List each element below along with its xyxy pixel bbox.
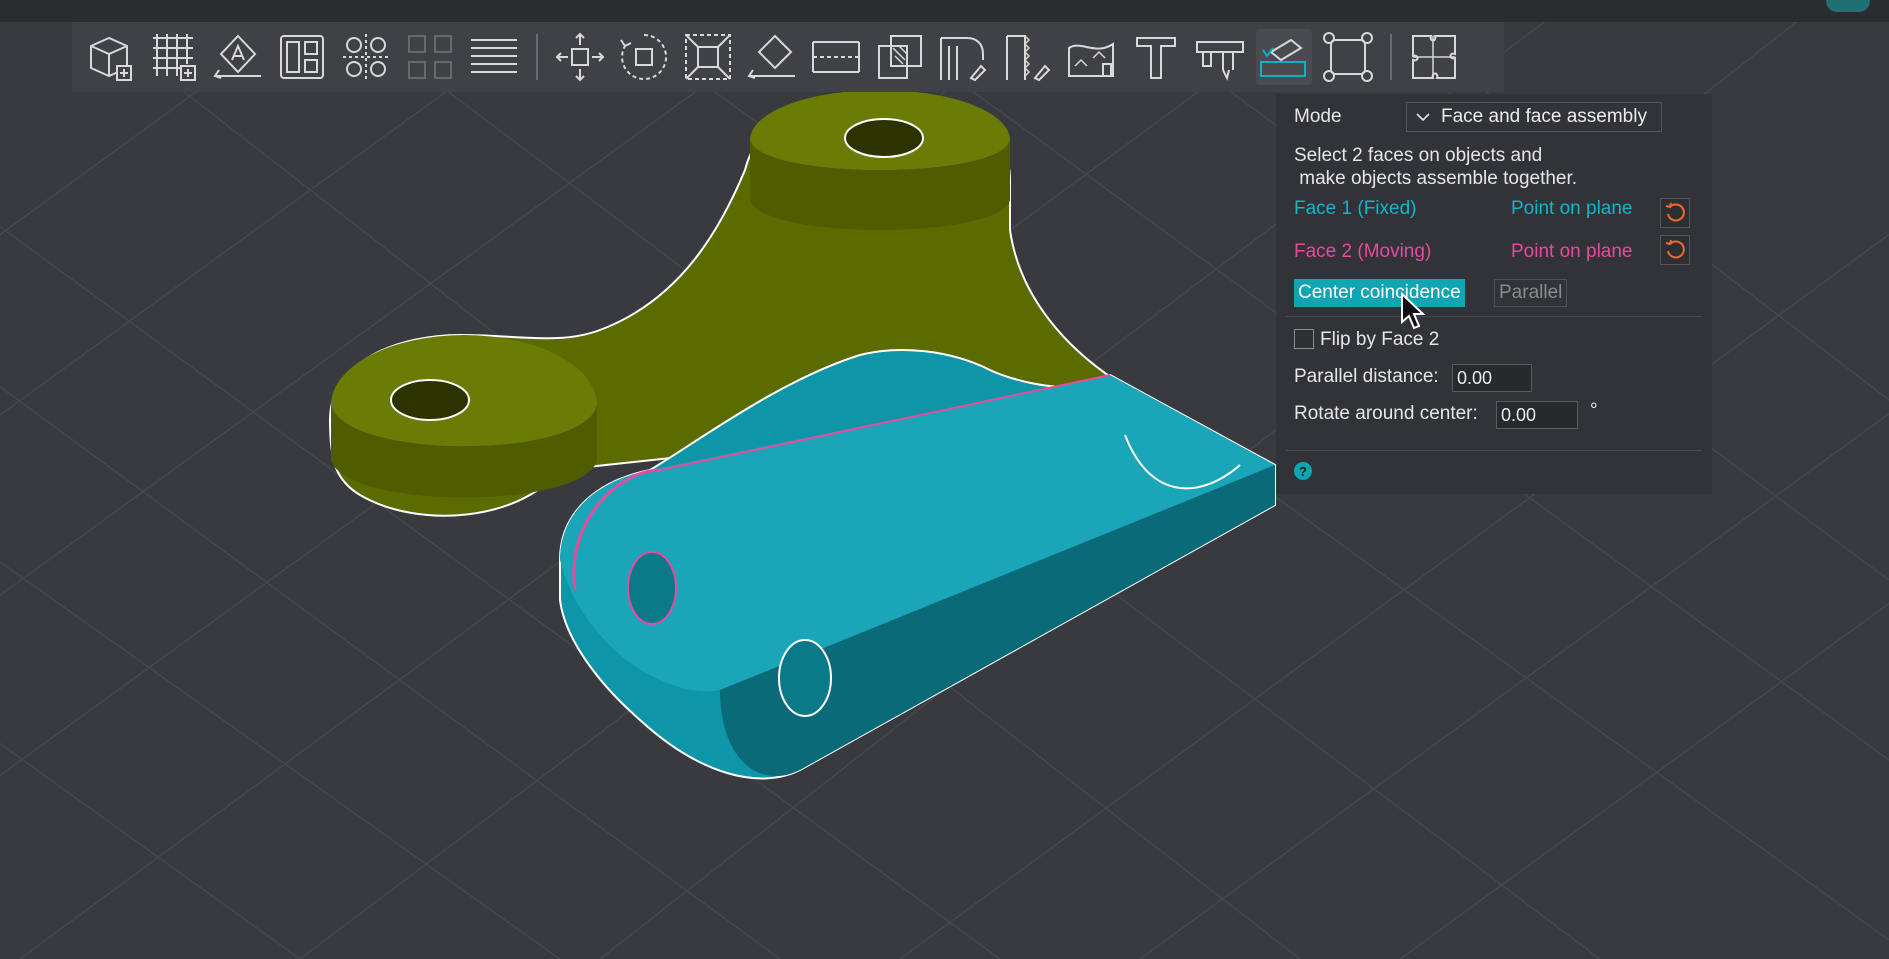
annotate-plane-icon[interactable] xyxy=(210,29,266,85)
face2-pick-mode[interactable]: Point on plane xyxy=(1511,241,1633,263)
pattern-disabled-icon[interactable] xyxy=(402,29,458,85)
mode-dropdown[interactable]: Face and face assembly xyxy=(1406,102,1662,132)
top-bar xyxy=(0,0,1889,22)
toolbar-separator xyxy=(536,34,538,80)
layout-icon[interactable] xyxy=(274,29,330,85)
rotate-unit: ° xyxy=(1590,400,1598,421)
flip-label: Flip by Face 2 xyxy=(1320,329,1440,350)
corner-indicator[interactable] xyxy=(1826,0,1870,12)
face2-label: Face 2 (Moving) xyxy=(1294,241,1432,262)
parallel-distance-input[interactable] xyxy=(1452,364,1532,392)
add-grid-icon[interactable] xyxy=(146,29,202,85)
rotate-input[interactable] xyxy=(1496,401,1578,429)
mouse-cursor-icon xyxy=(1401,292,1426,330)
lines-icon[interactable] xyxy=(466,29,522,85)
chevron-down-icon xyxy=(1416,113,1430,122)
rotate-label: Rotate around center: xyxy=(1294,403,1478,424)
mode-value: Face and face assembly xyxy=(1441,106,1647,127)
zigzag-brush-icon[interactable] xyxy=(1000,29,1056,85)
parallel-button[interactable]: Parallel xyxy=(1494,279,1568,307)
face1-pick-mode[interactable]: Point on plane xyxy=(1511,198,1633,220)
help-icon[interactable]: ? xyxy=(1294,462,1312,480)
reset-icon xyxy=(1665,202,1685,222)
scale-icon[interactable] xyxy=(680,29,736,85)
split-icon[interactable] xyxy=(808,29,864,85)
flip-checkbox[interactable] xyxy=(1294,329,1314,349)
place-on-face-icon[interactable] xyxy=(744,29,800,85)
move-icon[interactable] xyxy=(552,29,608,85)
brush-corner-icon[interactable] xyxy=(936,29,992,85)
divider xyxy=(1286,316,1702,317)
rotate-icon[interactable] xyxy=(616,29,672,85)
parallel-distance-label: Parallel distance: xyxy=(1294,366,1439,387)
reset-icon xyxy=(1665,239,1685,259)
toolbar-separator xyxy=(1390,34,1392,80)
measure-icon[interactable] xyxy=(1192,29,1248,85)
instruction-text: Select 2 faces on objects and make objec… xyxy=(1294,145,1578,189)
face1-reset-button[interactable] xyxy=(1660,198,1690,228)
assembly-icon[interactable] xyxy=(1256,29,1312,85)
center-coincidence-button[interactable]: Center coincidence xyxy=(1294,279,1465,307)
drill-icon[interactable] xyxy=(1320,29,1376,85)
text-icon[interactable] xyxy=(1128,29,1184,85)
texture-icon[interactable] xyxy=(1064,29,1120,85)
face1-label: Face 1 (Fixed) xyxy=(1294,198,1417,219)
face2-reset-button[interactable] xyxy=(1660,235,1690,265)
pattern-icon[interactable] xyxy=(338,29,394,85)
add-box-icon[interactable] xyxy=(82,29,138,85)
assembly-panel: Mode Face and face assembly Select 2 fac… xyxy=(1276,94,1712,494)
divider xyxy=(1286,450,1702,451)
puzzle-icon[interactable] xyxy=(1406,29,1462,85)
boolean-icon[interactable] xyxy=(872,29,928,85)
mode-label: Mode xyxy=(1294,106,1342,127)
main-toolbar xyxy=(72,22,1504,92)
